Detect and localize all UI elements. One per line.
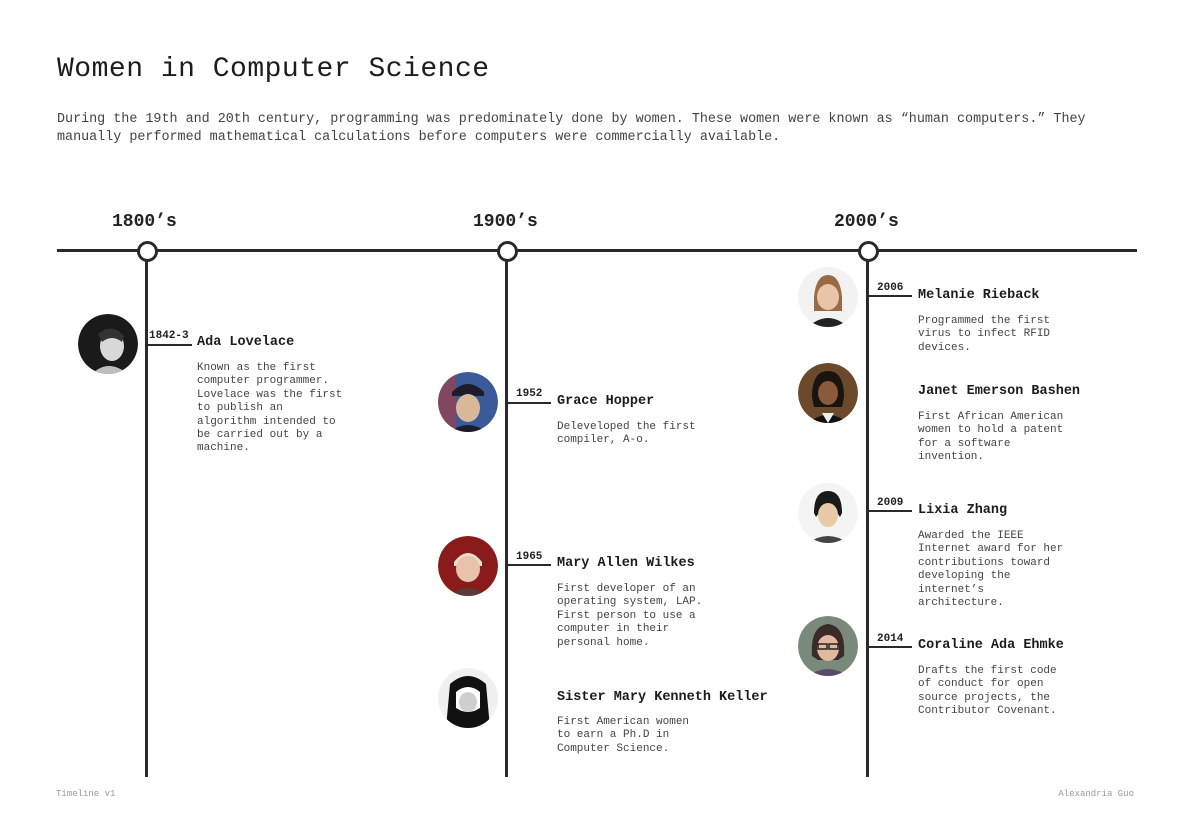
year-ada-lovelace: 1842-3: [149, 330, 189, 342]
name-janet-emerson-bashen: Janet Emerson Bashen: [918, 384, 1081, 399]
desc-grace-hopper: Deleveloped the first compiler, A-o.: [557, 421, 696, 447]
era-label-1800s: 1800’s: [112, 212, 177, 232]
tick-lixia-zhang: [868, 510, 912, 512]
era-node-2000s: [858, 241, 879, 262]
desc-janet-emerson-bashen: First African American women to hold a p…: [918, 411, 1064, 464]
name-mary-kenneth-keller: Sister Mary Kenneth Keller: [557, 690, 768, 705]
name-coraline-ada-ehmke: Coraline Ada Ehmke: [918, 638, 1064, 653]
coraline-ada-ehmke-portrait: [798, 616, 858, 676]
ada-lovelace-portrait: [78, 314, 138, 374]
grace-hopper-portrait: [438, 372, 498, 432]
era-label-1900s: 1900’s: [473, 212, 538, 232]
desc-coraline-ada-ehmke: Drafts the first code of conduct for ope…: [918, 665, 1057, 718]
desc-ada-lovelace: Known as the first computer programmer. …: [197, 362, 343, 455]
name-lixia-zhang: Lixia Zhang: [918, 503, 1008, 518]
year-melanie-rieback: 2006: [877, 282, 904, 294]
year-coraline-ada-ehmke: 2014: [877, 633, 904, 645]
tick-melanie-rieback: [868, 295, 912, 297]
tick-grace-hopper: [507, 402, 551, 404]
era-line-1800s: [145, 251, 148, 777]
desc-melanie-rieback: Programmed the first virus to infect RFI…: [918, 315, 1051, 354]
tick-coraline-ada-ehmke: [868, 646, 912, 648]
tick-mary-allen-wilkes: [507, 564, 551, 566]
name-grace-hopper: Grace Hopper: [557, 394, 655, 409]
tick-ada-lovelace: [147, 344, 192, 346]
era-node-1900s: [497, 241, 518, 262]
footer-author: Alexandria Guo: [1058, 789, 1134, 799]
name-ada-lovelace: Ada Lovelace: [197, 335, 295, 350]
mary-allen-wilkes-portrait: [438, 536, 498, 596]
year-lixia-zhang: 2009: [877, 497, 904, 509]
footer-version: Timeline v1: [56, 789, 116, 799]
page-title: Women in Computer Science: [57, 54, 490, 85]
year-grace-hopper: 1952: [516, 388, 543, 400]
janet-emerson-bashen-portrait: [798, 363, 858, 423]
name-melanie-rieback: Melanie Rieback: [918, 288, 1040, 303]
desc-lixia-zhang: Awarded the IEEE Internet award for her …: [918, 530, 1064, 610]
year-mary-allen-wilkes: 1965: [516, 551, 543, 563]
era-line-1900s: [505, 251, 508, 777]
era-line-2000s: [866, 251, 869, 777]
name-mary-allen-wilkes: Mary Allen Wilkes: [557, 556, 695, 571]
melanie-rieback-portrait: [798, 267, 858, 327]
desc-mary-allen-wilkes: First developer of an operating system, …: [557, 583, 703, 649]
era-label-2000s: 2000’s: [834, 212, 899, 232]
desc-mary-kenneth-keller: First American women to earn a Ph.D in C…: [557, 716, 690, 755]
era-node-1800s: [137, 241, 158, 262]
lixia-zhang-portrait: [798, 483, 858, 543]
intro-paragraph: During the 19th and 20th century, progra…: [57, 112, 1086, 145]
timeline-axis: [57, 249, 1137, 252]
mary-kenneth-keller-portrait: [438, 668, 498, 728]
